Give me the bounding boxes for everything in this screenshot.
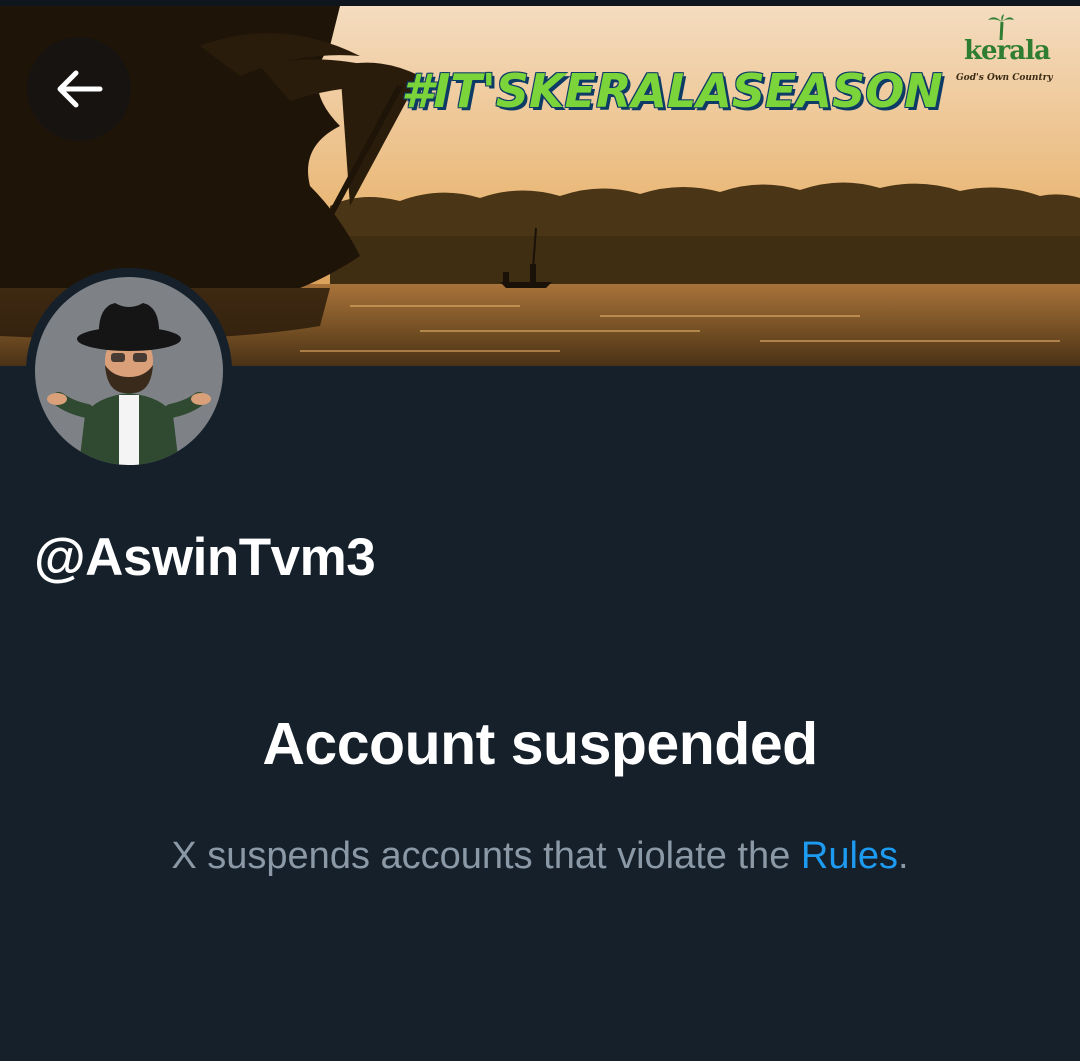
avatar[interactable] xyxy=(26,268,232,474)
avatar-image xyxy=(35,277,223,465)
description-text: X suspends accounts that violate the xyxy=(171,835,801,877)
brand-name: kerala xyxy=(964,36,1051,66)
brand-tagline: God's Own Country xyxy=(956,73,1053,83)
kerala-logo: kerala God's Own Country xyxy=(950,14,1053,88)
rules-link[interactable]: Rules xyxy=(801,835,898,877)
banner-hashtag: #IT'SKERALASEASON xyxy=(401,64,943,118)
arrow-left-icon xyxy=(57,70,103,108)
back-button[interactable] xyxy=(27,37,131,141)
suspended-title: Account suspended xyxy=(262,711,818,777)
suspended-description: X suspends accounts that violate the Rul… xyxy=(0,833,1080,879)
cowboy-avatar-icon xyxy=(47,303,211,465)
profile-handle: @AswinTvm3 xyxy=(34,528,376,587)
description-period: . xyxy=(898,835,909,877)
